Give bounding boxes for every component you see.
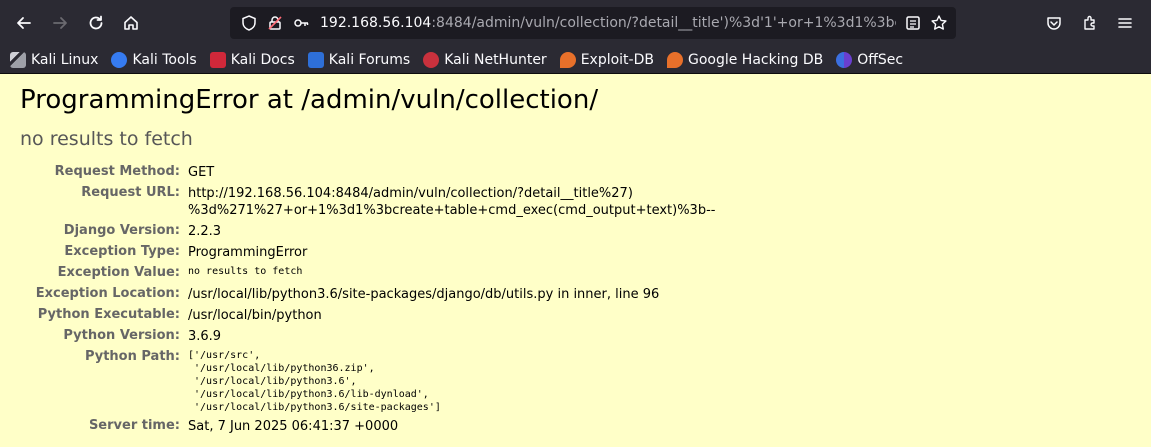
bookmark-kali-tools[interactable]: Kali Tools: [111, 49, 197, 71]
python-path-line: '/usr/local/lib/python3.6',: [188, 376, 357, 387]
puzzle-icon: [1084, 15, 1095, 30]
exploit-db-icon: [559, 51, 576, 68]
detail-key: Request URL:: [81, 185, 180, 200]
detail-value: 3.6.9: [188, 329, 222, 344]
permissions-icon[interactable]: [292, 14, 310, 32]
detail-key: Server time:: [88, 418, 180, 433]
detail-key: Request Method:: [54, 164, 180, 179]
pocket-icon: [1047, 17, 1061, 30]
bookmark-label: Kali Docs: [230, 51, 295, 68]
ghdb-icon: [666, 51, 683, 68]
bookmark-label: OffSec: [857, 51, 904, 68]
bookmark-offsec[interactable]: OffSec: [836, 49, 903, 71]
bookmark-label: Kali Tools: [132, 51, 197, 68]
insecure-lock-icon[interactable]: [266, 14, 284, 32]
detail-key: Python Executable:: [37, 307, 180, 322]
offsec-icon: [836, 51, 853, 68]
error-summary: no results to fetch: [20, 128, 193, 150]
back-arrow-icon: [17, 17, 31, 29]
bookmark-label: Kali Linux: [31, 51, 99, 68]
forward-button[interactable]: [46, 9, 74, 37]
bookmark-google-hacking-db[interactable]: Google Hacking DB: [666, 49, 824, 71]
reload-button[interactable]: [82, 9, 110, 37]
kali-forums-icon: [307, 51, 324, 68]
bookmark-exploit-db[interactable]: Exploit-DB: [559, 49, 654, 71]
url-bar[interactable]: 192.168.56.104:8484/admin/vuln/collectio…: [230, 7, 956, 39]
kali-docs-icon: [209, 51, 226, 68]
detail-value: no results to fetch: [188, 266, 303, 277]
bookmark-kali-forums[interactable]: Kali Forums: [307, 49, 411, 71]
bookmark-kali-docs[interactable]: Kali Docs: [209, 49, 295, 71]
bookmark-label: Google Hacking DB: [687, 51, 824, 68]
detail-value: 2.2.3: [188, 224, 222, 239]
bookmark-label: Kali NetHunter: [444, 51, 547, 68]
home-icon: [124, 16, 138, 30]
shield-icon[interactable]: [240, 14, 258, 32]
detail-value: Sat, 7 Jun 2025 06:41:37 +0000: [188, 419, 399, 434]
detail-value-continued: %3d%271%27+or+1%3d1%3bcreate+table+cmd_e…: [188, 203, 716, 218]
kali-dragon-icon: [10, 51, 26, 68]
bookmark-star-icon[interactable]: [930, 14, 948, 32]
page-title: ProgrammingError at /admin/vuln/collecti…: [20, 85, 599, 115]
detail-value: http://192.168.56.104:8484/admin/vuln/co…: [188, 186, 633, 201]
python-path-line: ['/usr/src',: [188, 350, 261, 361]
extensions-button[interactable]: [1076, 9, 1104, 37]
python-path-line: '/usr/local/lib/python3.6/site-packages'…: [188, 402, 441, 413]
menu-button[interactable]: [1111, 9, 1139, 37]
reader-view-icon[interactable]: [904, 14, 922, 32]
detail-key: Python Version:: [63, 328, 180, 343]
bookmarks-toolbar: Kali Linux Kali Tools Kali Docs Kali For…: [0, 46, 1151, 74]
bookmark-kali-nethunter[interactable]: Kali NetHunter: [423, 49, 547, 71]
bookmark-label: Kali Forums: [328, 51, 411, 68]
detail-key: Python Path:: [84, 349, 180, 364]
error-page: ProgrammingError at /admin/vuln/collecti…: [0, 75, 1151, 447]
bookmark-kali-linux[interactable]: Kali Linux: [10, 49, 98, 71]
reload-icon: [89, 15, 103, 30]
url-path: :8484/admin/vuln/collection/?detail__tit…: [431, 15, 896, 31]
detail-key: Exception Value:: [57, 265, 180, 280]
bookmark-label: Exploit-DB: [580, 51, 654, 68]
python-path-line: '/usr/local/lib/python36.zip',: [188, 363, 375, 374]
detail-value: GET: [188, 165, 215, 180]
detail-key: Exception Type:: [64, 244, 180, 259]
detail-value: ProgrammingError: [188, 245, 308, 260]
back-button[interactable]: [10, 9, 38, 37]
detail-key: Django Version:: [63, 223, 180, 238]
url-text[interactable]: 192.168.56.104:8484/admin/vuln/collectio…: [320, 14, 896, 32]
pocket-button[interactable]: [1040, 9, 1068, 37]
home-button[interactable]: [117, 9, 145, 37]
python-path-line: '/usr/local/lib/python3.6/lib-dynload',: [188, 389, 429, 400]
detail-value: /usr/local/bin/python: [188, 308, 322, 323]
hamburger-icon: [1118, 18, 1132, 28]
url-host: 192.168.56.104: [320, 15, 432, 31]
detail-value: /usr/local/lib/python3.6/site-packages/d…: [188, 287, 660, 302]
browser-toolbar: 192.168.56.104:8484/admin/vuln/collectio…: [0, 0, 1151, 46]
forward-arrow-icon: [53, 17, 67, 29]
kali-tools-icon: [111, 51, 128, 68]
detail-key: Exception Location:: [35, 286, 180, 301]
kali-nethunter-icon: [423, 51, 440, 68]
